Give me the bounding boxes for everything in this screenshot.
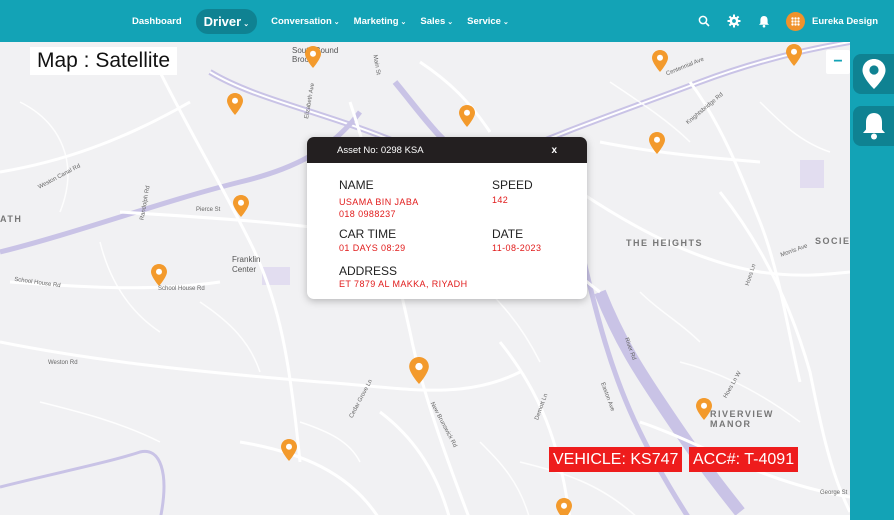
field-speed: SPEED 142	[492, 178, 533, 206]
field-label: SPEED	[492, 178, 533, 192]
area-label: SOCIET	[815, 236, 850, 246]
chevron-down-icon: ⌄	[333, 18, 340, 26]
field-date: DATE 11-08-2023	[492, 227, 541, 254]
asset-number: Asset No: 0298 KSA	[337, 144, 424, 156]
chevron-down-icon: ⌄	[400, 18, 407, 26]
nav-sales[interactable]: Sales ⌄	[420, 16, 453, 27]
location-pin-icon[interactable]	[652, 50, 668, 72]
nav-marketing[interactable]: Marketing ⌄	[354, 16, 407, 27]
popup-header: Asset No: 0298 KSA x	[307, 137, 587, 163]
search-icon[interactable]	[696, 13, 712, 29]
nav-dashboard[interactable]: Dashboard	[132, 16, 182, 27]
zoom-out-button[interactable]: −	[826, 50, 850, 74]
nav-label: Conversation	[271, 15, 332, 27]
street-label: Weston Rd	[48, 360, 78, 366]
nav-label: Service	[467, 15, 501, 27]
location-pin-icon[interactable]	[786, 44, 802, 66]
header-actions: Eureka Design	[682, 0, 878, 42]
right-tool-panel	[850, 42, 894, 520]
asset-info-popup: Asset No: 0298 KSA x NAME USAMA BIN JABA…	[307, 137, 587, 299]
nav-driver[interactable]: Driver ⌄	[195, 8, 258, 34]
location-pin-icon[interactable]	[459, 105, 475, 127]
bottom-edge	[0, 515, 850, 520]
speed-value: 142	[492, 195, 509, 205]
location-pin-icon[interactable]	[151, 264, 167, 286]
car-time-value: 01 DAYS 08:29	[339, 243, 406, 253]
location-pin-icon[interactable]	[649, 132, 665, 154]
nav-service[interactable]: Service ⌄	[467, 16, 509, 27]
field-car-time: CAR TIME 01 DAYS 08:29	[339, 227, 406, 254]
bell-icon	[862, 113, 885, 140]
street-label: Pierce St	[196, 207, 221, 213]
avatar[interactable]	[786, 11, 805, 31]
address-value: ET 7879 AL MAKKA, RIYADH	[339, 279, 468, 289]
field-label: CAR TIME	[339, 227, 397, 241]
street-label: School House Rd	[158, 286, 205, 292]
field-label: ADDRESS	[339, 264, 398, 278]
nav-label: Driver	[203, 13, 242, 29]
nav-label: Marketing	[353, 15, 399, 27]
location-pin-icon[interactable]	[233, 195, 249, 217]
field-label: DATE	[492, 227, 524, 241]
gear-icon[interactable]	[726, 13, 742, 29]
chevron-down-icon: ⌄	[502, 18, 509, 26]
area-label: ATH	[0, 214, 23, 224]
area-label: THE HEIGHTS	[626, 238, 704, 248]
location-marker-icon	[862, 59, 885, 89]
account-badge: ACC#: T-4091	[689, 447, 799, 472]
top-navigation-bar: Dashboard Driver ⌄ Conversation ⌄ Marketin…	[0, 0, 894, 42]
location-pin-icon[interactable]	[696, 398, 712, 420]
page-title: Map : Satellite	[30, 47, 178, 75]
field-name: NAME USAMA BIN JABA 018 0988237	[339, 178, 419, 220]
location-pin-icon[interactable]	[227, 93, 243, 115]
location-pin-icon[interactable]	[305, 46, 321, 68]
bell-icon[interactable]	[756, 13, 772, 29]
chevron-down-icon: ⌄	[447, 18, 454, 26]
date-value: 11-08-2023	[492, 243, 542, 253]
close-button[interactable]: x	[551, 145, 557, 156]
driver-phone: 018 0988237	[339, 209, 396, 219]
nav-conversation[interactable]: Conversation ⌄	[271, 16, 340, 27]
nav-label: Dashboard	[132, 15, 182, 27]
location-button[interactable]	[853, 54, 894, 94]
street-label: George St	[820, 490, 848, 496]
field-address: ADDRESS ET 7879 AL MAKKA, RIYADH	[339, 264, 468, 290]
nav-label: Sales	[420, 15, 446, 27]
field-label: NAME	[339, 178, 374, 192]
notifications-button[interactable]	[853, 106, 894, 146]
chevron-down-icon: ⌄	[243, 20, 250, 28]
main-nav: Dashboard Driver ⌄ Conversation ⌄ Marketin…	[132, 0, 523, 42]
location-pin-icon[interactable]	[281, 439, 297, 461]
area-label: Franklin Center	[232, 255, 261, 274]
selected-vehicle-pin-icon[interactable]	[409, 357, 429, 384]
driver-name: USAMA BIN JABA	[339, 197, 419, 207]
area-label: RIVERVIEW MANOR	[710, 409, 774, 429]
vehicle-badge: VEHICLE: KS747	[549, 447, 683, 472]
user-name[interactable]: Eureka Design	[812, 16, 878, 27]
